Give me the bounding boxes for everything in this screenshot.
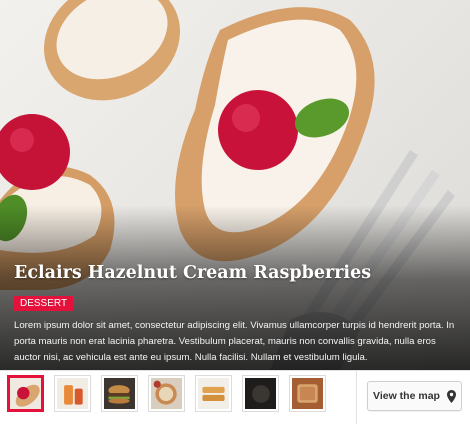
thumbnail-raspberry-eclair[interactable] xyxy=(7,375,44,412)
burger-thumb-icon xyxy=(104,378,135,409)
category-badge[interactable]: DESSERT xyxy=(14,296,74,311)
recipe-description: Lorem ipsum dolor sit amet, consectetur … xyxy=(14,320,455,363)
pastry-thumb-icon xyxy=(198,378,229,409)
thumbnail-pastry[interactable] xyxy=(195,375,232,412)
caption: Eclairs Hazelnut Cream Raspberries DESSE… xyxy=(14,262,456,366)
dark-dish-thumb-icon xyxy=(245,378,276,409)
raspberry-eclair-thumb-icon xyxy=(10,378,41,409)
drink-jar-thumb-icon xyxy=(57,378,88,409)
hero-image: Eclairs Hazelnut Cream Raspberries DESSE… xyxy=(0,0,470,370)
map-pin-icon xyxy=(446,389,456,403)
thumbnail-toast[interactable] xyxy=(289,375,326,412)
thumbnail-burger[interactable] xyxy=(101,375,138,412)
pie-thumb-icon xyxy=(151,378,182,409)
view-map-label: View the map xyxy=(373,390,440,402)
thumbnail-strip: View the map xyxy=(0,370,470,424)
thumbnail-drink-jar[interactable] xyxy=(54,375,91,412)
thumbnail-dark-dish[interactable] xyxy=(242,375,279,412)
thumbnail-pie[interactable] xyxy=(148,375,185,412)
toast-thumb-icon xyxy=(292,378,323,409)
strip-divider xyxy=(356,371,357,424)
recipe-title[interactable]: Eclairs Hazelnut Cream Raspberries xyxy=(14,262,456,284)
view-map-button[interactable]: View the map xyxy=(367,381,462,411)
